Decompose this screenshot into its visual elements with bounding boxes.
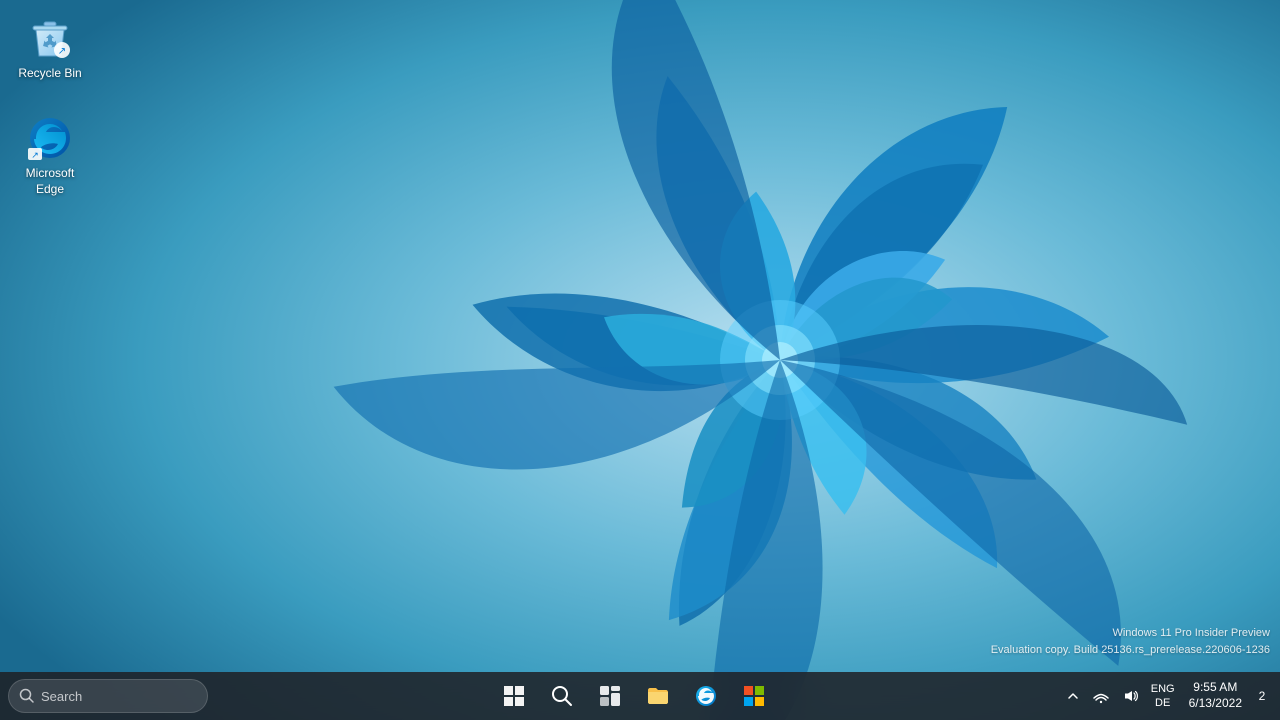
edge-taskbar-icon [694, 684, 718, 708]
notification-button[interactable]: 2 [1252, 686, 1272, 706]
edge-button[interactable] [684, 674, 728, 718]
recycle-bin-icon[interactable]: ↗ Recycle Bin [10, 10, 90, 86]
search-icon [19, 688, 35, 704]
clock-time: 9:55 AM [1193, 680, 1237, 696]
widgets-button[interactable] [588, 674, 632, 718]
volume-button[interactable] [1117, 672, 1145, 720]
network-icon [1093, 688, 1109, 704]
clock-area[interactable]: 9:55 AM 6/13/2022 [1181, 672, 1250, 720]
widgets-icon [598, 684, 622, 708]
tray-overflow-button[interactable] [1061, 672, 1085, 720]
microsoft-edge-label: Microsoft Edge [14, 166, 86, 197]
system-tray: ENG DE 9:55 AM 6/13/2022 2 [1061, 672, 1280, 720]
search-bar[interactable]: Search [8, 679, 208, 713]
recycle-bin-image: ↗ [26, 14, 74, 62]
watermark: Windows 11 Pro Insider Preview Evaluatio… [991, 625, 1270, 660]
start-button[interactable] [492, 674, 536, 718]
store-icon [742, 684, 766, 708]
language-indicator[interactable]: ENG DE [1147, 672, 1179, 720]
svg-text:↗: ↗ [58, 46, 66, 57]
volume-icon [1123, 688, 1139, 704]
search-label: Search [41, 689, 82, 704]
taskbar-search-icon [550, 684, 574, 708]
file-explorer-button[interactable] [636, 674, 680, 718]
watermark-line2: Evaluation copy. Build 25136.rs_prerelea… [991, 642, 1270, 660]
recycle-bin-label: Recycle Bin [18, 66, 81, 82]
desktop: Windows 11 Pro Insider Preview Evaluatio… [0, 0, 1280, 720]
taskbar: Search [0, 672, 1280, 720]
network-button[interactable] [1087, 672, 1115, 720]
taskbar-center [208, 674, 1061, 718]
windows-logo-icon [502, 684, 526, 708]
language-secondary: DE [1155, 696, 1170, 710]
clock-date: 6/13/2022 [1189, 696, 1242, 712]
file-explorer-icon [646, 684, 670, 708]
microsoft-edge-icon[interactable]: ↗ Microsoft Edge [10, 110, 90, 201]
watermark-line1: Windows 11 Pro Insider Preview [991, 625, 1270, 643]
wallpaper-bloom [0, 0, 1280, 720]
svg-text:↗: ↗ [31, 150, 39, 160]
language-primary: ENG [1151, 682, 1175, 696]
chevron-up-icon [1067, 690, 1079, 702]
microsoft-edge-image: ↗ [26, 114, 74, 162]
notification-count: 2 [1259, 689, 1266, 703]
taskbar-search-button[interactable] [540, 674, 584, 718]
store-button[interactable] [732, 674, 776, 718]
